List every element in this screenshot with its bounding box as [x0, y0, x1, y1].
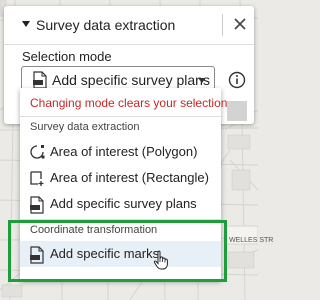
selection-mode-value: Add specific survey plans — [52, 72, 210, 88]
rectangle-select-icon — [30, 171, 44, 186]
panel-title: Survey data extraction — [36, 17, 176, 33]
selection-mode-label: Selection mode — [22, 49, 112, 64]
header-divider — [222, 14, 223, 36]
close-icon[interactable] — [229, 13, 251, 35]
option-area-polygon[interactable]: Area of interest (Polygon) — [20, 139, 221, 165]
option-survey-plans[interactable]: Add specific survey plans — [20, 191, 221, 217]
survey-plan-icon — [33, 71, 47, 89]
dropdown-divider — [20, 116, 221, 117]
option-area-rectangle[interactable]: Area of interest (Rectangle) — [20, 165, 221, 191]
survey-plan-icon — [30, 196, 44, 214]
collapse-caret-icon[interactable] — [22, 21, 30, 27]
panel-header: Survey data extraction — [4, 6, 254, 45]
chevron-down-icon — [198, 78, 206, 83]
option-label: Area of interest (Polygon) — [50, 144, 198, 159]
info-icon[interactable] — [228, 71, 246, 89]
street-label: WELLES STR — [229, 237, 274, 244]
option-label: Add specific survey plans — [50, 196, 197, 211]
option-label: Area of interest (Rectangle) — [50, 170, 209, 185]
group-label-survey: Survey data extraction — [30, 121, 140, 133]
hand-cursor-icon — [153, 250, 168, 270]
disabled-button — [227, 101, 247, 121]
mode-warning-text: Changing mode clears your selection — [30, 96, 228, 110]
polygon-icon — [30, 145, 45, 159]
highlight-box — [8, 220, 227, 282]
